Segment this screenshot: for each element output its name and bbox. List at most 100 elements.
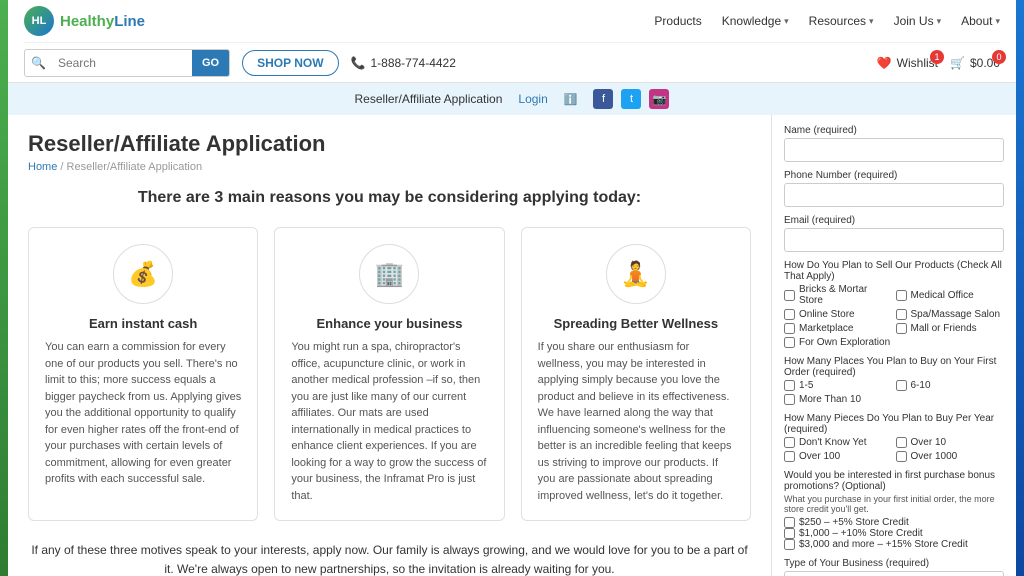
search-box: 🔍 GO <box>24 49 230 77</box>
checkbox-over100-input[interactable] <box>784 451 795 462</box>
breadcrumb-current: Reseller/Affiliate Application <box>67 161 203 173</box>
checkbox-1-5-input[interactable] <box>784 380 795 391</box>
checkbox-6-10: 6-10 <box>896 380 1005 391</box>
card-wellness: 🧘 Spreading Better Wellness If you share… <box>521 227 751 521</box>
shop-now-button[interactable]: SHOP NOW <box>242 50 338 76</box>
checkbox-mall: Mall or Friends <box>896 323 1005 334</box>
logo-icon: HL <box>24 6 54 36</box>
logo[interactable]: HL HealthyLine <box>24 6 145 36</box>
info-icon: ℹ️ <box>564 93 578 106</box>
cart-icon: 🛒 <box>950 56 965 70</box>
social-icons: f t 📷 <box>593 89 669 109</box>
login-link[interactable]: Login <box>518 92 547 106</box>
checkbox-online: Online Store <box>784 309 893 320</box>
sell-field: How Do You Plan to Sell Our Products (Ch… <box>784 260 1004 348</box>
checkbox-own-input[interactable] <box>784 337 795 348</box>
business-type-field: Type of Your Business (required) <box>784 558 1004 576</box>
breadcrumb: Home / Reseller/Affiliate Application <box>28 161 751 173</box>
checkbox-bonus2-input[interactable] <box>784 528 795 539</box>
checkbox-spa: Spa/Massage Salon <box>896 309 1005 320</box>
name-field: Name (required) <box>784 125 1004 162</box>
card-wellness-title: Spreading Better Wellness <box>538 316 734 331</box>
business-type-input[interactable] <box>784 571 1004 576</box>
main-wrapper: HL HealthyLine Products Knowledge▾ Resou… <box>8 0 1016 576</box>
phone-input[interactable] <box>784 183 1004 207</box>
reseller-link[interactable]: Reseller/Affiliate Application <box>355 92 503 106</box>
checkbox-medical-input[interactable] <box>896 290 907 301</box>
logo-text: HealthyLine <box>60 13 145 30</box>
wishlist-badge: 1 <box>930 50 944 64</box>
checkbox-1-5: 1-5 <box>784 380 893 391</box>
header-top: HL HealthyLine Products Knowledge▾ Resou… <box>24 0 1000 42</box>
checkbox-6-10-input[interactable] <box>896 380 907 391</box>
nav-join-us[interactable]: Join Us▾ <box>894 14 942 28</box>
name-label: Name (required) <box>784 125 1004 136</box>
breadcrumb-home[interactable]: Home <box>28 161 57 173</box>
search-button[interactable]: GO <box>192 49 229 77</box>
checkbox-over10: Over 10 <box>896 437 1005 448</box>
email-label: Email (required) <box>784 215 1004 226</box>
bonus-subtext: What you purchase in your first initial … <box>784 494 1004 514</box>
chevron-down-icon: ▾ <box>995 16 1000 27</box>
instagram-icon[interactable]: 📷 <box>649 89 669 109</box>
nav-products[interactable]: Products <box>654 14 701 28</box>
checkbox-over1000-input[interactable] <box>896 451 907 462</box>
main-nav: Products Knowledge▾ Resources▾ Join Us▾ … <box>654 14 1000 28</box>
cart-badge: 0 <box>992 50 1006 64</box>
business-type-label: Type of Your Business (required) <box>784 558 1004 569</box>
checkbox-dontknow-input[interactable] <box>784 437 795 448</box>
bonus-label: Would you be interested in first purchas… <box>784 470 1004 492</box>
cards-container: 💰 Earn instant cash You can earn a commi… <box>28 227 751 521</box>
many-places-checkboxes: 1-5 6-10 More Than 10 <box>784 380 1004 405</box>
wellness-icon: 🧘 <box>606 244 666 304</box>
card-earn-text: You can earn a commission for every one … <box>45 339 241 488</box>
checkbox-mall-input[interactable] <box>896 323 907 334</box>
main-heading: There are 3 main reasons you may be cons… <box>28 189 751 207</box>
twitter-icon[interactable]: t <box>621 89 641 109</box>
checkbox-marketplace-input[interactable] <box>784 323 795 334</box>
header-bottom: 🔍 GO SHOP NOW 📞 1-888-774-4422 ❤️ 1 Wish… <box>24 42 1000 82</box>
cart-button[interactable]: 🛒 0 $0.00 <box>950 56 1000 70</box>
name-input[interactable] <box>784 138 1004 162</box>
sidebar-form: Name (required) Phone Number (required) … <box>771 115 1016 576</box>
content-area: Reseller/Affiliate Application Home / Re… <box>8 115 1016 576</box>
many-buy-field: How Many Pieces Do You Plan to Buy Per Y… <box>784 413 1004 462</box>
bottom-text: If any of these three motives speak to y… <box>28 541 751 576</box>
checkbox-over10-input[interactable] <box>896 437 907 448</box>
left-accent-bar <box>0 0 8 576</box>
email-field: Email (required) <box>784 215 1004 252</box>
nav-knowledge[interactable]: Knowledge▾ <box>722 14 789 28</box>
checkbox-bonus2: $1,000 – +10% Store Credit <box>784 528 1004 539</box>
checkbox-online-input[interactable] <box>784 309 795 320</box>
enhance-icon: 🏢 <box>359 244 419 304</box>
checkbox-more-10: More Than 10 <box>784 394 893 405</box>
sell-label: How Do You Plan to Sell Our Products (Ch… <box>784 260 1004 282</box>
email-input[interactable] <box>784 228 1004 252</box>
card-enhance-title: Enhance your business <box>291 316 487 331</box>
card-enhance: 🏢 Enhance your business You might run a … <box>274 227 504 521</box>
many-places-label: How Many Places You Plan to Buy on Your … <box>784 356 1004 378</box>
phone-icon: 📞 <box>351 56 366 70</box>
right-accent-bar <box>1016 0 1024 576</box>
checkbox-over100: Over 100 <box>784 451 893 462</box>
checkbox-more-10-input[interactable] <box>784 394 795 405</box>
checkbox-bricks-input[interactable] <box>784 290 795 301</box>
checkbox-spa-input[interactable] <box>896 309 907 320</box>
phone-field: Phone Number (required) <box>784 170 1004 207</box>
card-enhance-text: You might run a spa, chiropractor's offi… <box>291 339 487 504</box>
chevron-down-icon: ▾ <box>937 16 942 27</box>
nav-resources[interactable]: Resources▾ <box>809 14 874 28</box>
nav-about[interactable]: About▾ <box>961 14 1000 28</box>
checkbox-over1000: Over 1000 <box>896 451 1005 462</box>
facebook-icon[interactable]: f <box>593 89 613 109</box>
wishlist-button[interactable]: ❤️ 1 Wishlist <box>877 56 938 70</box>
many-buy-label: How Many Pieces Do You Plan to Buy Per Y… <box>784 413 1004 435</box>
checkbox-bonus3-input[interactable] <box>784 539 795 550</box>
search-icon: 🔍 <box>25 56 52 70</box>
many-buy-checkboxes: Don't Know Yet Over 10 Over 100 Over 100… <box>784 437 1004 462</box>
search-input[interactable] <box>52 52 192 74</box>
card-earn: 💰 Earn instant cash You can earn a commi… <box>28 227 258 521</box>
checkbox-bonus3: $3,000 and more – +15% Store Credit <box>784 539 1004 550</box>
checkbox-bonus1-input[interactable] <box>784 517 795 528</box>
chevron-down-icon: ▾ <box>869 16 874 27</box>
